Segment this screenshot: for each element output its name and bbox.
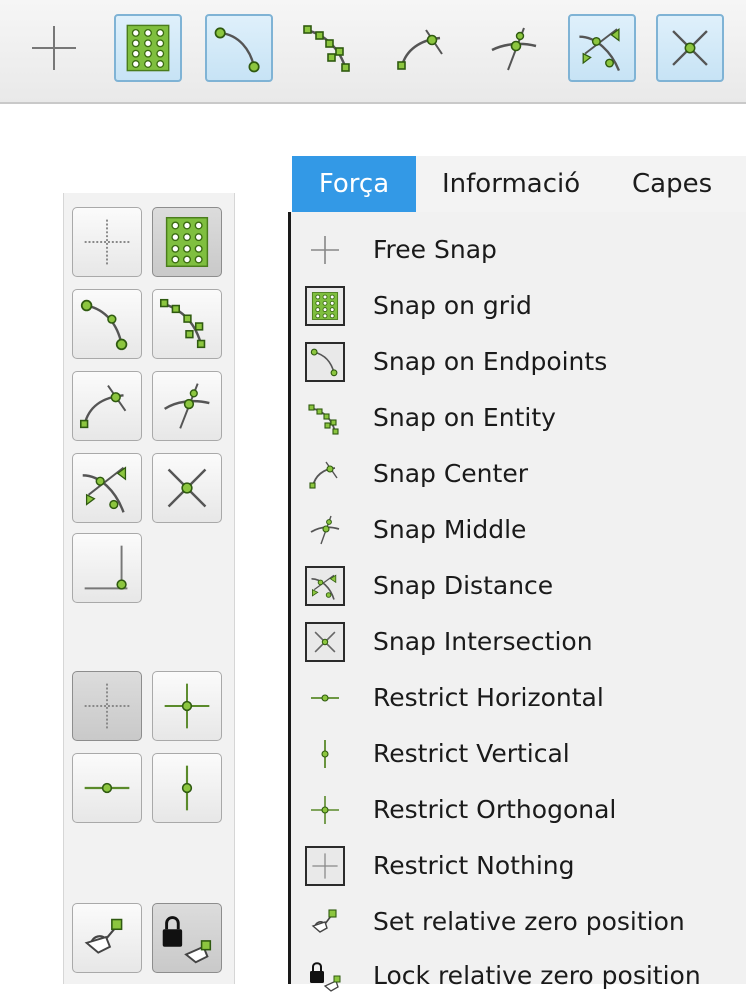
panel-restrict-vertical-button[interactable] <box>152 753 222 823</box>
lock-relative-zero-icon <box>305 956 345 996</box>
menu-item-restrict-vertical[interactable]: Restrict Vertical <box>291 726 746 782</box>
panel-free-snap-button[interactable] <box>72 207 142 277</box>
set-relative-zero-icon <box>84 918 123 954</box>
panel-snap-center-button[interactable] <box>72 371 142 441</box>
intersection-icon <box>672 30 708 66</box>
menu-item-label: Snap Distance <box>373 571 554 600</box>
intersection-icon <box>167 468 207 508</box>
panel-snap-corner-button[interactable] <box>72 533 142 603</box>
endpoints-icon <box>80 299 128 351</box>
snap-center-button[interactable] <box>390 14 458 82</box>
grid-icon <box>126 24 170 72</box>
set-relative-zero-icon <box>305 902 345 942</box>
menu-item-set-relative-zero[interactable]: Set relative zero position <box>291 894 746 950</box>
panel-snap-middle-button[interactable] <box>152 371 222 441</box>
restrict-horizontal-icon <box>84 782 130 794</box>
menu-item-snap-intersection[interactable]: Snap Intersection <box>291 614 746 670</box>
panel-snap-grid-button[interactable] <box>152 207 222 277</box>
grid-icon <box>305 286 345 326</box>
center-icon <box>79 385 127 429</box>
menu-item-snap-on-entity[interactable]: Snap on Entity <box>291 390 746 446</box>
snap-middle-button[interactable] <box>480 14 548 82</box>
panel-restrict-horizontal-button[interactable] <box>72 753 142 823</box>
free-snap-icon <box>32 26 76 70</box>
distance-icon <box>579 27 621 72</box>
menu-item-label: Restrict Horizontal <box>373 683 604 712</box>
entity-icon <box>305 398 345 438</box>
restrict-orthogonal-icon <box>305 790 345 830</box>
menu-item-label: Free Snap <box>373 235 497 264</box>
menu-item-restrict-nothing[interactable]: Restrict Nothing <box>291 838 746 894</box>
distance-icon <box>82 466 127 513</box>
menu-item-label: Snap on Entity <box>373 403 556 432</box>
restrict-vertical-icon <box>181 765 193 811</box>
menu-item-restrict-orthogonal[interactable]: Restrict Orthogonal <box>291 782 746 838</box>
endpoints-icon <box>214 27 260 73</box>
restrict-horizontal-icon <box>305 678 345 718</box>
distance-icon <box>305 566 345 606</box>
menu-item-snap-on-grid[interactable]: Snap on grid <box>291 278 746 334</box>
menu-item-label: Snap Middle <box>373 515 527 544</box>
snap-intersection-button[interactable] <box>656 14 724 82</box>
intersection-icon <box>305 622 345 662</box>
menu-item-label: Set relative zero position <box>373 907 685 936</box>
panel-snap-endpoints-button[interactable] <box>72 289 142 359</box>
panel-snap-distance-button[interactable] <box>72 453 142 523</box>
restrict-nothing-icon <box>84 683 130 729</box>
menu-capes[interactable]: Capes <box>632 156 712 212</box>
free-snap-icon <box>305 230 345 270</box>
menu-bar: Força Informació Capes <box>292 156 746 212</box>
menu-item-restrict-horizontal[interactable]: Restrict Horizontal <box>291 670 746 726</box>
corner-snap-icon <box>84 545 128 590</box>
center-icon <box>305 454 345 494</box>
menu-item-label: Snap on Endpoints <box>373 347 608 376</box>
menu-item-label: Lock relative zero position <box>373 961 701 990</box>
menu-forca[interactable]: Força <box>292 156 416 212</box>
menu-informacio[interactable]: Informació <box>442 156 580 212</box>
restrict-orthogonal-icon <box>164 683 210 729</box>
menu-item-label: Restrict Orthogonal <box>373 795 617 824</box>
endpoints-icon <box>305 342 345 382</box>
snap-on-entity-button[interactable] <box>296 14 364 82</box>
menu-item-label: Snap Center <box>373 459 528 488</box>
restrict-nothing-icon <box>305 846 345 886</box>
menu-item-label: Restrict Vertical <box>373 739 570 768</box>
middle-icon <box>491 27 537 71</box>
panel-set-relative-zero-button[interactable] <box>72 903 142 973</box>
forca-dropdown-menu: Free Snap Snap on grid Snap on Endpoints… <box>288 212 746 992</box>
middle-icon <box>163 383 210 429</box>
snap-on-endpoints-button[interactable] <box>205 14 273 82</box>
menu-item-snap-middle[interactable]: Snap Middle <box>291 502 746 558</box>
snap-toolbar <box>0 0 746 104</box>
panel-snap-entity-button[interactable] <box>152 289 222 359</box>
middle-icon <box>305 510 345 550</box>
free-snap-button[interactable] <box>20 14 88 82</box>
menu-item-label: Snap Intersection <box>373 627 593 656</box>
entity-icon <box>303 25 350 72</box>
menu-item-label: Restrict Nothing <box>373 851 575 880</box>
panel-restrict-orthogonal-button[interactable] <box>152 671 222 741</box>
snap-on-grid-button[interactable] <box>114 14 182 82</box>
menu-item-snap-on-endpoints[interactable]: Snap on Endpoints <box>291 334 746 390</box>
menu-item-snap-center[interactable]: Snap Center <box>291 446 746 502</box>
snap-distance-button[interactable] <box>568 14 636 82</box>
lock-relative-zero-icon <box>162 916 212 964</box>
center-icon <box>397 29 443 70</box>
panel-lock-relative-zero-button[interactable] <box>152 903 222 973</box>
menu-item-lock-relative-zero[interactable]: Lock relative zero position <box>291 948 746 1004</box>
entity-icon <box>159 298 206 349</box>
free-snap-icon <box>84 219 130 265</box>
menu-item-free-snap[interactable]: Free Snap <box>291 222 746 278</box>
grid-icon <box>165 216 209 268</box>
menu-item-snap-distance[interactable]: Snap Distance <box>291 558 746 614</box>
restrict-vertical-icon <box>305 734 345 774</box>
panel-snap-intersection-button[interactable] <box>152 453 222 523</box>
panel-restrict-nothing-button[interactable] <box>72 671 142 741</box>
snap-tool-panel <box>63 193 235 984</box>
menu-item-label: Snap on grid <box>373 291 532 320</box>
